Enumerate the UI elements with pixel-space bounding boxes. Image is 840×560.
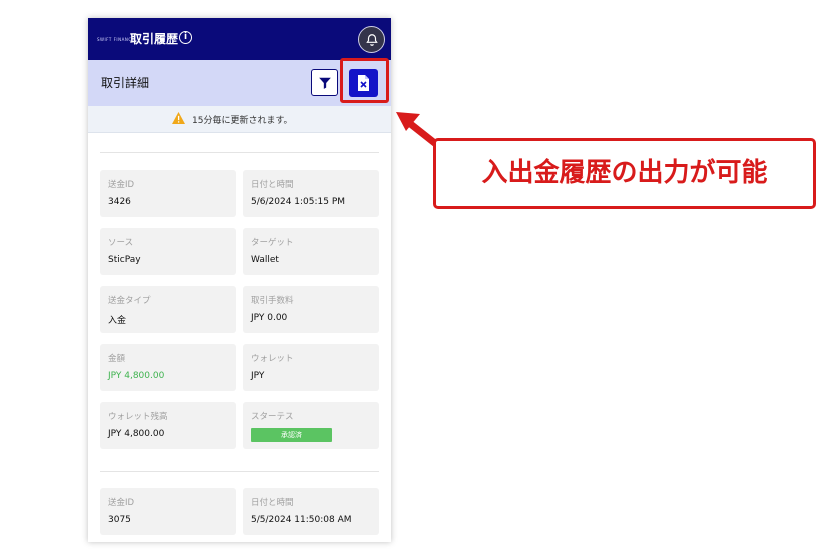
callout-text: 入出金履歴の出力が可能	[481, 158, 768, 188]
annotation-callout: 入出金履歴の出力が可能	[433, 138, 816, 209]
annotation-arrow-icon	[396, 112, 450, 156]
